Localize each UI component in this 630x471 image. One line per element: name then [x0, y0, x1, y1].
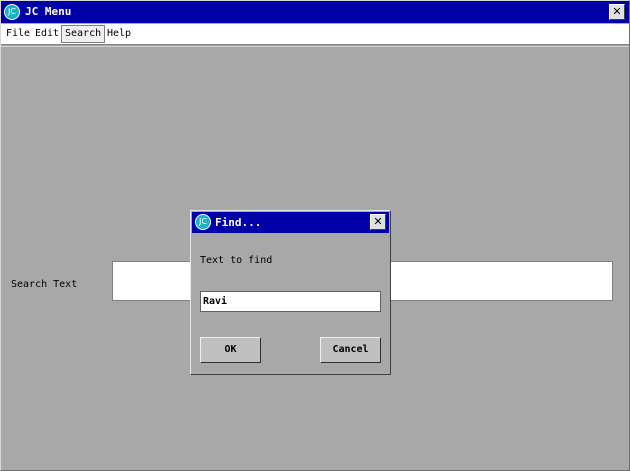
- menubar: File Edit Search Help: [1, 24, 629, 47]
- dialog-close-button[interactable]: ✕: [370, 214, 386, 230]
- menu-search[interactable]: Search: [61, 25, 106, 43]
- app-logo-icon: JC: [4, 4, 20, 20]
- search-text-label: Search Text: [11, 279, 78, 290]
- find-dialog-title: Find...: [215, 216, 262, 229]
- cancel-button[interactable]: Cancel: [320, 337, 381, 363]
- find-dialog-titlebar[interactable]: JC Find... ✕: [192, 212, 389, 233]
- dialog-logo-icon: JC: [195, 214, 211, 230]
- window-title: JC Menu: [25, 5, 72, 18]
- find-dialog: JC Find... ✕ Text to find OK Cancel: [190, 210, 391, 375]
- window-close-button[interactable]: ✕: [609, 4, 625, 20]
- menubar-divider: [1, 46, 629, 47]
- text-to-find-label: Text to find: [200, 255, 273, 266]
- menu-file[interactable]: File: [3, 26, 33, 42]
- ok-button[interactable]: OK: [200, 337, 261, 363]
- window-titlebar[interactable]: JC JC Menu ✕: [1, 1, 629, 23]
- menu-help[interactable]: Help: [104, 26, 134, 42]
- menu-edit[interactable]: Edit: [32, 26, 62, 42]
- find-text-input[interactable]: [200, 291, 381, 312]
